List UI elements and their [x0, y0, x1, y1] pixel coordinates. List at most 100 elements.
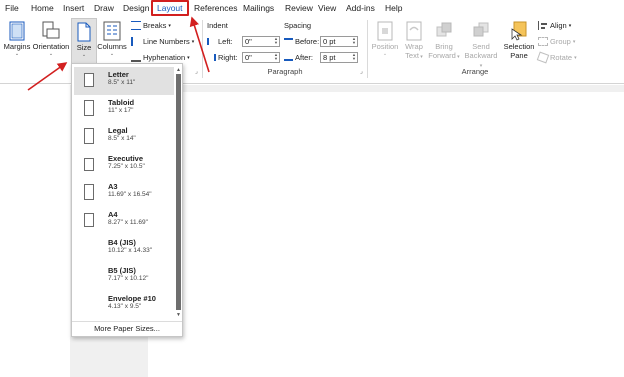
breaks-button[interactable]: Breaks ▾: [131, 21, 171, 30]
spacing-before-value: 0 pt: [323, 37, 336, 46]
size-label: Size: [76, 43, 92, 52]
spacing-before-icon: [284, 38, 293, 45]
scroll-up-icon[interactable]: ▲: [176, 67, 181, 73]
rotate-icon: [536, 51, 550, 64]
size-option-title: Tabloid: [108, 98, 135, 107]
align-icon: [538, 21, 548, 30]
indent-right-value: 0": [245, 53, 252, 62]
size-dropdown-menu: Letter 8.5" x 11" Tabloid 11" x 17" Lega…: [71, 63, 183, 337]
spacing-after-field[interactable]: 8 pt ▲ ▼: [320, 52, 358, 63]
page-icon: [84, 213, 94, 227]
separator: [202, 20, 203, 78]
spin-arrows-icon[interactable]: ▲ ▼: [274, 53, 278, 61]
hyphenation-button[interactable]: Hyphenation ▾: [131, 53, 190, 62]
send-backward-label-1: Send: [472, 42, 490, 51]
size-option-dimensions: 4.13" x 9.5": [108, 303, 142, 310]
size-option-a4[interactable]: A4 8.27" x 11.69": [74, 207, 174, 235]
align-label: Align: [550, 21, 567, 30]
size-option-executive[interactable]: Executive 7.25" x 10.5": [74, 151, 174, 179]
size-option-dimensions: 8.5" x 11": [108, 79, 136, 86]
breaks-label: Breaks: [143, 21, 167, 30]
page-icon: [84, 100, 94, 116]
group-button[interactable]: Group ▾: [538, 37, 575, 46]
size-option-dimensions: 11" x 17": [108, 107, 134, 114]
size-option-legal[interactable]: Legal 8.5" x 14": [74, 123, 174, 151]
size-option-b4-jis[interactable]: B4 (JIS) 10.12" x 14.33": [74, 235, 174, 263]
line-numbers-button[interactable]: Line Numbers ▾: [131, 37, 194, 46]
tab-add-ins[interactable]: Add-ins: [346, 3, 375, 13]
rotate-button[interactable]: Rotate ▾: [536, 51, 577, 64]
tab-draw[interactable]: Draw: [94, 3, 114, 13]
orientation-button[interactable]: Orientation ⌄: [32, 21, 70, 57]
wrap-text-label-2: Text: [405, 51, 419, 60]
orientation-label: Orientation: [32, 42, 70, 51]
spin-arrows-icon[interactable]: ▲ ▼: [352, 37, 356, 45]
margins-button[interactable]: Margins ⌄: [3, 21, 31, 57]
align-button[interactable]: Align ▾: [538, 21, 571, 30]
columns-button[interactable]: Columns ⌄: [97, 21, 127, 57]
tab-insert[interactable]: Insert: [63, 3, 84, 13]
selection-pane-icon: [511, 21, 527, 41]
page-icon: [84, 128, 94, 144]
selection-pane-button[interactable]: Selection Pane: [503, 21, 535, 60]
paragraph-group-label: Paragraph: [267, 67, 303, 76]
size-option-a3[interactable]: A3 11.69" x 16.54": [74, 179, 174, 207]
size-option-b5-jis[interactable]: B5 (JIS) 7.17" x 10.12": [74, 263, 174, 291]
spin-arrows-icon[interactable]: ▲ ▼: [274, 37, 278, 45]
scrollbar-thumb[interactable]: [176, 74, 181, 310]
bring-forward-icon: [436, 22, 452, 37]
size-option-tabloid[interactable]: Tabloid 11" x 17": [74, 95, 174, 123]
chevron-down-icon: ⌄: [48, 51, 54, 57]
tab-view[interactable]: View: [318, 3, 336, 13]
size-option-title: Legal: [108, 126, 128, 135]
spacing-before-field[interactable]: 0 pt ▲ ▼: [320, 36, 358, 47]
spacing-before-row: Before:: [284, 37, 319, 46]
page-setup-launcher-icon[interactable]: ⌟: [195, 68, 198, 75]
wrap-text-button[interactable]: Wrap Text ▾: [401, 21, 427, 60]
tab-mailings[interactable]: Mailings: [243, 3, 274, 13]
size-button[interactable]: Size ⌄: [71, 18, 97, 64]
indent-left-icon: [207, 38, 216, 45]
send-backward-icon: [473, 22, 489, 37]
indent-heading: Indent: [207, 21, 228, 30]
position-button[interactable]: Position ⌄: [370, 21, 400, 57]
size-option-title: B5 (JIS): [108, 266, 136, 275]
tab-home[interactable]: Home: [31, 3, 54, 13]
paragraph-launcher-icon[interactable]: ⌟: [360, 68, 363, 75]
indent-left-field[interactable]: 0" ▲ ▼: [242, 36, 280, 47]
tab-design[interactable]: Design: [123, 3, 149, 13]
hyphenation-icon: [131, 53, 141, 62]
document-page[interactable]: [148, 92, 624, 377]
dropdown-scrollbar[interactable]: ▲ ▼: [175, 67, 182, 318]
indent-right-row: Right:: [207, 53, 238, 62]
arrange-group-label: Arrange: [461, 67, 489, 76]
tab-help[interactable]: Help: [385, 3, 402, 13]
bring-forward-button[interactable]: Bring Forward ▾: [428, 21, 460, 60]
position-label: Position: [371, 42, 399, 51]
spacing-after-icon: [284, 54, 293, 61]
separator: [367, 20, 368, 78]
scroll-down-icon[interactable]: ▼: [176, 312, 181, 318]
tab-file[interactable]: File: [5, 3, 19, 13]
tab-references[interactable]: References: [194, 3, 237, 13]
breaks-icon: [131, 21, 141, 30]
tab-review[interactable]: Review: [285, 3, 313, 13]
size-option-title: Letter: [108, 70, 129, 79]
group-icon: [538, 37, 548, 46]
indent-left-label: Left:: [218, 37, 233, 46]
line-numbers-icon: [131, 37, 141, 46]
size-option-envelope-10[interactable]: Envelope #10 4.13" x 9.5": [74, 291, 174, 319]
wrap-text-icon: [406, 21, 422, 41]
rotate-label: Rotate: [550, 53, 573, 62]
spin-arrows-icon[interactable]: ▲ ▼: [352, 53, 356, 61]
size-option-title: A3: [108, 182, 118, 191]
size-option-letter[interactable]: Letter 8.5" x 11": [74, 67, 174, 95]
more-paper-sizes-link[interactable]: More Paper Sizes...: [72, 321, 182, 335]
indent-right-field[interactable]: 0" ▲ ▼: [242, 52, 280, 63]
margins-icon: [9, 21, 25, 41]
size-option-dimensions: 7.17" x 10.12": [108, 275, 149, 282]
page-icon: [84, 184, 94, 200]
send-backward-button[interactable]: Send Backward ▾: [463, 21, 499, 69]
selection-pane-label-2: Pane: [510, 51, 528, 60]
line-numbers-label: Line Numbers: [143, 37, 190, 46]
